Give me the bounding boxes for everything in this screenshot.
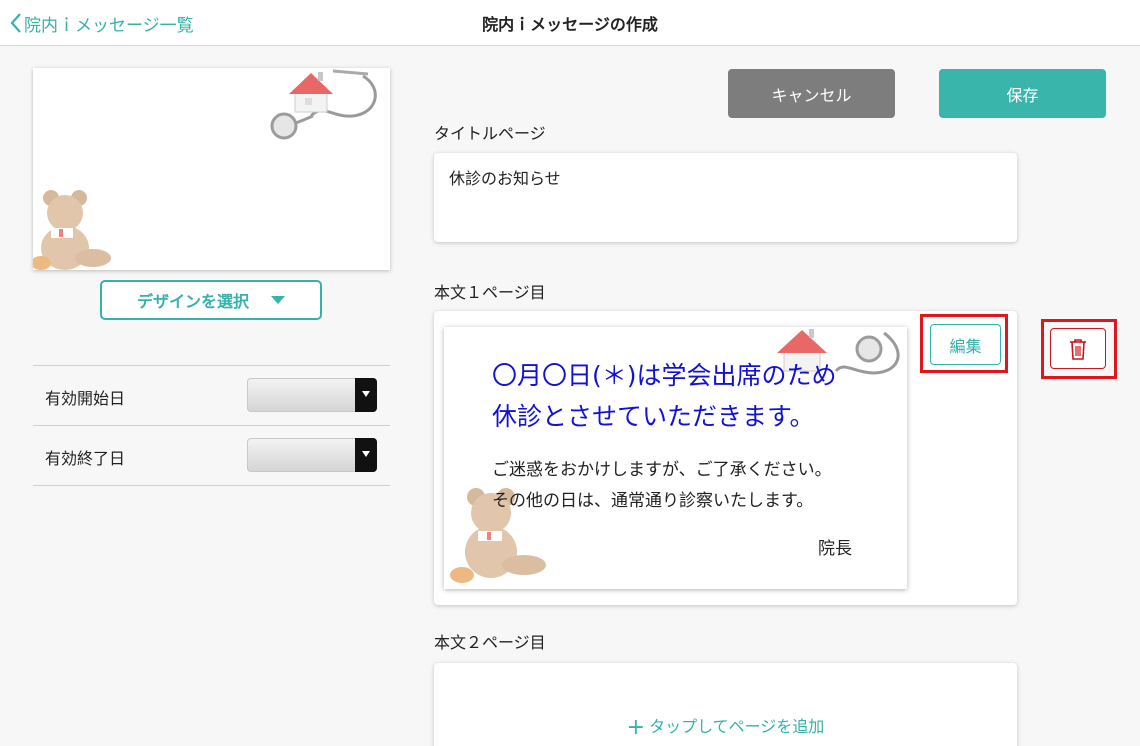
page1-label: 本文１ページ目	[434, 283, 546, 302]
add-page-label: タップしてページを追加	[649, 717, 825, 736]
navigation-bar: 院内ｉメッセージ一覧 院内ｉメッセージの作成	[0, 0, 1140, 46]
select-design-button[interactable]: デザインを選択	[100, 280, 322, 320]
add-page-button[interactable]: + タップしてページを追加	[434, 713, 1017, 740]
delete-button[interactable]	[1050, 328, 1106, 369]
design-thumbnail	[33, 68, 390, 270]
edit-button[interactable]: 編集	[930, 324, 1001, 365]
start-date-label: 有効開始日	[45, 389, 126, 408]
message-body: ご迷惑をおかけしますが、ご了承ください。 その他の日は、通常通り診察いたします。	[492, 455, 902, 517]
end-date-picker[interactable]	[247, 438, 377, 472]
dropdown-arrow-icon	[355, 438, 377, 472]
teddy-bear-icon	[33, 190, 111, 270]
trash-icon	[1070, 338, 1086, 360]
body-line-2: その他の日は、通常通り診察いたします。	[492, 491, 814, 511]
caret-down-icon	[271, 296, 285, 304]
plus-icon: +	[626, 715, 646, 740]
message-headline: 〇月〇日(＊)は学会出席のため 休診とさせていただきます。	[492, 355, 902, 437]
dropdown-arrow-icon	[355, 378, 377, 412]
page2-card[interactable]: + タップしてページを追加	[434, 663, 1017, 746]
page1-preview[interactable]: 〇月〇日(＊)は学会出席のため 休診とさせていただきます。 ご迷惑をおかけします…	[444, 327, 907, 589]
cancel-button[interactable]: キャンセル	[728, 69, 895, 118]
divider	[33, 365, 390, 366]
divider	[33, 425, 390, 426]
house-icon	[289, 72, 333, 113]
body-line-1: ご迷惑をおかけしますが、ご了承ください。	[492, 460, 832, 480]
divider	[33, 485, 390, 486]
headline-line-2: 休診とさせていただきます。	[492, 402, 815, 431]
title-input[interactable]: 休診のお知らせ	[434, 153, 1017, 242]
select-design-label: デザインを選択	[136, 292, 249, 311]
page-title: 院内ｉメッセージの作成	[482, 15, 658, 34]
start-date-picker[interactable]	[247, 378, 377, 412]
design-artwork	[33, 69, 377, 270]
page2-label: 本文２ページ目	[434, 633, 546, 652]
end-date-label: 有効終了日	[45, 449, 126, 468]
message-signature: 院長	[818, 539, 852, 559]
save-button[interactable]: 保存	[939, 69, 1106, 118]
headline-line-1: 〇月〇日(＊)は学会出席のため	[492, 361, 837, 390]
title-page-label: タイトルページ	[434, 124, 546, 143]
